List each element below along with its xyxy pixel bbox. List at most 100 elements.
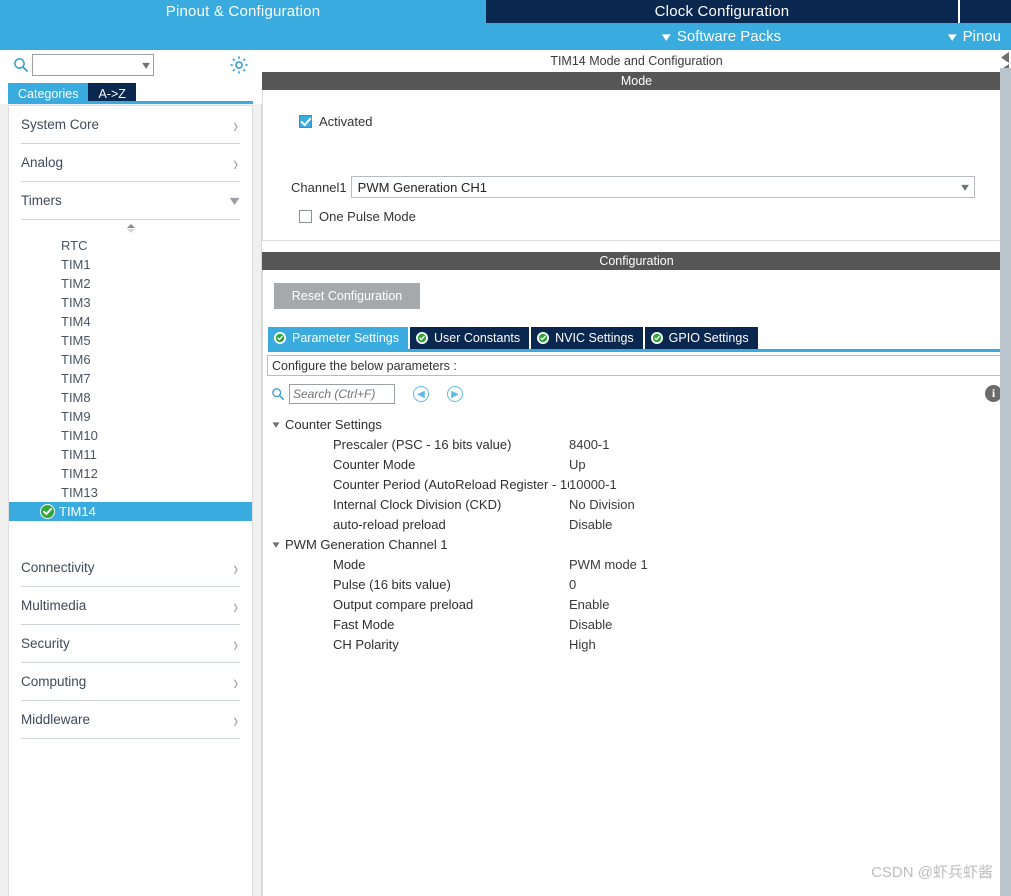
- sidebar-tree: System Core › Analog › Timers ▾ RTC TIM1: [8, 105, 253, 896]
- configuration-section-label: Configuration: [599, 254, 674, 268]
- sidebar-item-label: TIM13: [61, 485, 98, 500]
- tab-nvic-settings[interactable]: NVIC Settings: [531, 327, 643, 349]
- chevron-down-icon: ▾: [272, 418, 280, 431]
- activated-checkbox-row[interactable]: Activated: [299, 114, 372, 129]
- tab-gpio-settings[interactable]: GPIO Settings: [644, 327, 758, 349]
- mode-section-header: Mode: [262, 72, 1011, 90]
- one-pulse-mode-label: One Pulse Mode: [319, 209, 416, 224]
- sidebar-search-row: ▾: [0, 50, 262, 80]
- sidebar-item-tim9[interactable]: TIM9: [9, 407, 252, 426]
- param-row-auto-reload-preload[interactable]: auto-reload preload Disable: [267, 514, 1004, 534]
- tab-user-constants[interactable]: User Constants: [410, 327, 530, 349]
- sidebar-item-tim7[interactable]: TIM7: [9, 369, 252, 388]
- reset-configuration-button[interactable]: Reset Configuration: [274, 283, 420, 309]
- top-header: Pinout & Configuration Clock Configurati…: [0, 0, 1011, 50]
- main-tab-clock-configuration[interactable]: Clock Configuration: [486, 0, 958, 23]
- chevron-down-icon: ▾: [142, 58, 150, 72]
- sidebar-item-rtc[interactable]: RTC: [9, 236, 252, 255]
- search-icon: [267, 387, 289, 401]
- sidebar-item-tim6[interactable]: TIM6: [9, 350, 252, 369]
- sidebar-item-tim14[interactable]: TIM14: [9, 502, 252, 521]
- sidebar-item-tim11[interactable]: TIM11: [9, 445, 252, 464]
- param-row-counter-mode[interactable]: Counter Mode Up: [267, 454, 1004, 474]
- chevron-left-circle-icon[interactable]: ◀: [413, 386, 429, 402]
- sidebar-tab-label: Categories: [18, 86, 79, 101]
- sidebar-item-tim2[interactable]: TIM2: [9, 274, 252, 293]
- tab-parameter-settings[interactable]: Parameter Settings: [268, 327, 408, 349]
- param-row-counter-period[interactable]: Counter Period (AutoReload Register - 16…: [267, 474, 1004, 494]
- collapse-left-arrow-icon[interactable]: [1000, 50, 1011, 63]
- param-row-internal-clock-division[interactable]: Internal Clock Division (CKD) No Divisio…: [267, 494, 1004, 514]
- sidebar-item-tim3[interactable]: TIM3: [9, 293, 252, 312]
- sidebar-item-tim12[interactable]: TIM12: [9, 464, 252, 483]
- param-row-pulse[interactable]: Pulse (16 bits value) 0: [267, 574, 1004, 594]
- main-tab-next[interactable]: [960, 0, 1011, 23]
- param-row-output-compare-preload[interactable]: Output compare preload Enable: [267, 594, 1004, 614]
- software-packs-menu[interactable]: ▾ Software Packs: [662, 28, 781, 45]
- sidebar-search-combo[interactable]: ▾: [32, 54, 154, 76]
- param-row-fast-mode[interactable]: Fast Mode Disable: [267, 614, 1004, 634]
- search-icon: [10, 52, 32, 78]
- watermark: CSDN @虾兵虾酱: [871, 864, 993, 881]
- sidebar-item-tim4[interactable]: TIM4: [9, 312, 252, 331]
- main-tab-label: Pinout & Configuration: [165, 3, 321, 20]
- tab-label: NVIC Settings: [555, 331, 634, 345]
- sidebar-group-connectivity[interactable]: Connectivity ›: [21, 549, 240, 587]
- param-group-label: PWM Generation Channel 1: [285, 536, 448, 552]
- chevron-down-icon: ▾: [229, 192, 240, 208]
- one-pulse-mode-checkbox[interactable]: [299, 210, 312, 223]
- param-group-counter-settings[interactable]: ▾ Counter Settings: [267, 414, 1004, 434]
- param-group-pwm-generation-channel-1[interactable]: ▾ PWM Generation Channel 1: [267, 534, 1004, 554]
- param-row-mode[interactable]: Mode PWM mode 1: [267, 554, 1004, 574]
- sidebar-item-label: TIM3: [61, 295, 91, 310]
- channel1-row: Channel1 PWM Generation CH1 ▾: [291, 176, 975, 198]
- sidebar-item-label: TIM14: [59, 504, 96, 519]
- sidebar-group-timers[interactable]: Timers ▾: [21, 182, 240, 220]
- sidebar-item-label: TIM2: [61, 276, 91, 291]
- sidebar-item-tim13[interactable]: TIM13: [9, 483, 252, 502]
- scrollbar-track[interactable]: [1000, 68, 1011, 896]
- chevron-right-circle-icon[interactable]: ▶: [447, 386, 463, 402]
- sidebar-item-label: TIM5: [61, 333, 91, 348]
- sidebar-group-analog[interactable]: Analog ›: [21, 144, 240, 182]
- chevron-right-icon: ›: [233, 555, 238, 580]
- sidebar-group-multimedia[interactable]: Multimedia ›: [21, 587, 240, 625]
- sidebar-group-system-core[interactable]: System Core ›: [21, 106, 240, 144]
- sidebar-item-tim1[interactable]: TIM1: [9, 255, 252, 274]
- configuration-tabs-underline: [268, 349, 1004, 352]
- parameter-search-input[interactable]: [289, 384, 395, 404]
- sidebar-item-tim10[interactable]: TIM10: [9, 426, 252, 445]
- sidebar-item-tim5[interactable]: TIM5: [9, 331, 252, 350]
- main-tab-pinout-configuration[interactable]: Pinout & Configuration: [0, 0, 486, 23]
- sidebar-item-label: TIM11: [61, 447, 97, 462]
- pinout-menu[interactable]: ▾ Pinou: [948, 28, 1001, 45]
- sidebar-group-label: Multimedia: [21, 598, 87, 613]
- param-name: CH Polarity: [333, 636, 399, 652]
- sidebar-group-label: Analog: [21, 155, 64, 170]
- param-name: Counter Period (AutoReload Register - 16…: [333, 476, 569, 492]
- chevron-down-icon: ▾: [272, 538, 280, 551]
- activated-checkbox[interactable]: [299, 115, 312, 128]
- gear-icon[interactable]: [228, 54, 250, 76]
- param-value: 10000-1: [569, 476, 617, 492]
- parameter-search-row: ◀ ▶ i: [267, 382, 1004, 406]
- channel1-select[interactable]: PWM Generation CH1 ▾: [350, 176, 975, 198]
- page-title-label: TIM14 Mode and Configuration: [550, 53, 723, 68]
- chevron-down-icon: ▾: [662, 29, 672, 44]
- sidebar-group-security[interactable]: Security ›: [21, 625, 240, 663]
- param-value: Up: [569, 456, 586, 472]
- param-name: Prescaler (PSC - 16 bits value): [333, 436, 512, 452]
- right-scrollbar[interactable]: [1000, 50, 1011, 896]
- param-group-label: Counter Settings: [285, 416, 382, 432]
- sidebar-group-computing[interactable]: Computing ›: [21, 663, 240, 701]
- param-value: No Division: [569, 496, 635, 512]
- param-row-ch-polarity[interactable]: CH Polarity High: [267, 634, 1004, 654]
- list-scroll-up-indicator[interactable]: [9, 220, 252, 236]
- sidebar-tab-label: A->Z: [98, 86, 126, 101]
- sidebar-item-tim8[interactable]: TIM8: [9, 388, 252, 407]
- param-row-prescaler[interactable]: Prescaler (PSC - 16 bits value) 8400-1: [267, 434, 1004, 454]
- sidebar-group-middleware[interactable]: Middleware ›: [21, 701, 240, 739]
- chevron-right-icon: ›: [233, 707, 238, 732]
- one-pulse-mode-row[interactable]: One Pulse Mode: [299, 209, 416, 224]
